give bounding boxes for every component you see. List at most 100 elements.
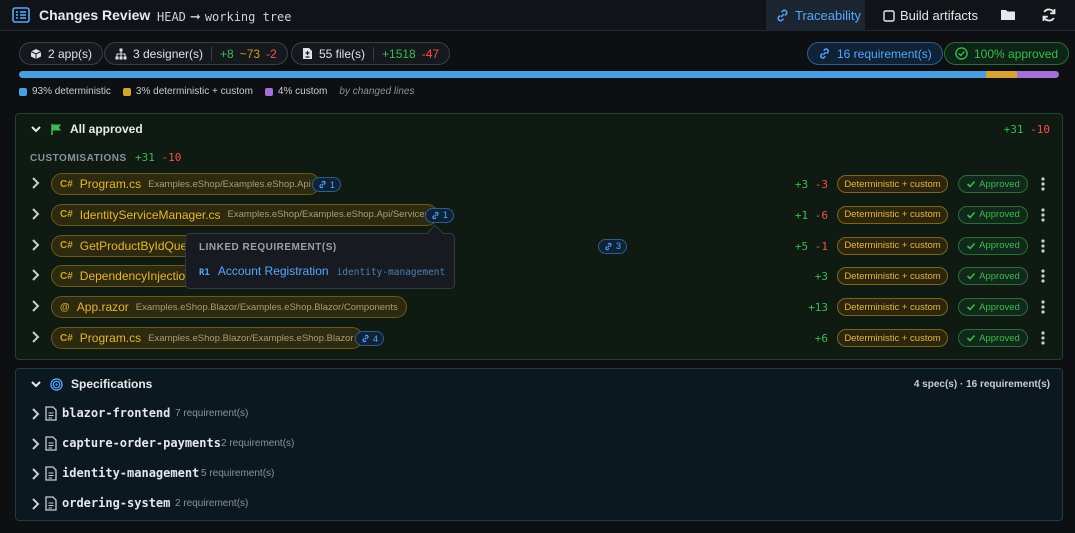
section-label: CUSTOMISATIONS [30, 153, 127, 164]
spec-name[interactable]: capture-order-payments [62, 436, 221, 450]
files-removed: -47 [421, 46, 440, 61]
files-added: +1518 [382, 46, 416, 61]
spec-row[interactable]: capture-order-payments 2 requirement(s) [16, 432, 1062, 456]
file-delta: +3 [815, 270, 828, 283]
file-delta: +5 -1 [795, 240, 828, 253]
linked-count: 3 [616, 241, 622, 252]
deterministic-progress-bar [19, 71, 1059, 78]
designers-removed: -2 [266, 46, 277, 61]
chevron-right-icon[interactable] [29, 497, 41, 511]
folder-icon[interactable] [1000, 7, 1016, 23]
chevron-right-icon[interactable] [29, 330, 41, 344]
checkbox-icon [883, 9, 895, 22]
legend-deterministic: 93% deterministic [19, 86, 111, 97]
file-row[interactable]: @ App.razor Examples.eShop.Blazor/Examples… [16, 294, 1062, 320]
spec-name[interactable]: blazor-frontend [62, 406, 170, 420]
more-options-icon[interactable] [1040, 238, 1046, 254]
more-options-icon[interactable] [1040, 207, 1046, 223]
linked-requirements-chip[interactable]: 1 [425, 207, 455, 223]
spec-row[interactable]: blazor-frontend 7 requirement(s) [16, 402, 1062, 426]
file-pill[interactable]: C# DependencyInjection [51, 265, 201, 288]
file-pill[interactable]: C# IdentityServiceManager.cs Examples.eSho… [51, 203, 439, 226]
specifications-title: Specifications [71, 377, 153, 391]
approved-group-delta: +31 -10 [1004, 123, 1050, 136]
chevron-right-icon[interactable] [29, 238, 41, 252]
file-name[interactable]: App.razor [77, 300, 129, 314]
apps-pill[interactable]: 2 app(s) [19, 42, 104, 65]
status-label: Approved [979, 332, 1020, 344]
file-row[interactable]: C# DependencyInjection +3 Deterministic + c… [16, 263, 1062, 289]
chevron-right-icon[interactable] [29, 299, 41, 313]
approved-group-header[interactable]: All approved [30, 122, 143, 136]
refresh-icon[interactable] [1041, 7, 1057, 23]
requirements-pill[interactable]: 16 requirement(s) [807, 42, 943, 65]
more-options-icon[interactable] [1040, 330, 1046, 346]
cube-icon [30, 48, 42, 59]
spec-requirement-count: 7 requirement(s) [175, 408, 249, 419]
check-icon [967, 242, 976, 250]
link-icon [432, 211, 439, 219]
linked-requirements-chip[interactable]: 1 [312, 177, 342, 192]
file-pill[interactable]: @ App.razor Examples.eShop.Blazor/Examples… [51, 296, 407, 319]
file-path: Examples.eShop.Blazor/Examples.eShop.Bla… [148, 332, 354, 344]
files-pill[interactable]: 55 file(s) +1518 -47 [291, 42, 451, 65]
linked-requirements-tooltip: LINKED REQUIREMENT(S) R1 Account Registr… [185, 224, 455, 289]
designers-pill[interactable]: 3 designer(s) +8 ~73 -2 [104, 42, 288, 65]
file-row[interactable]: C# IdentityServiceManager.cs Examples.eSho… [16, 202, 1062, 228]
chevron-right-icon[interactable] [29, 207, 41, 221]
legend-swatch [264, 87, 273, 96]
csharp-icon: C# [60, 240, 73, 252]
file-name[interactable]: Program.cs [80, 177, 141, 191]
lines-added: +13 [808, 301, 828, 315]
divider [211, 46, 213, 61]
requirement-name[interactable]: Account Registration [218, 264, 329, 278]
legend-label: 93% deterministic [32, 86, 111, 97]
file-name[interactable]: DependencyInjection [80, 269, 192, 283]
more-options-icon[interactable] [1040, 299, 1046, 315]
legend-deterministic-custom: 3% deterministic + custom [122, 86, 253, 97]
tab-build-artifacts[interactable]: Build artifacts [883, 0, 978, 31]
document-icon [45, 466, 57, 481]
specifications-header[interactable]: Specifications [30, 377, 152, 391]
linked-requirements-chip[interactable]: 3 [598, 238, 628, 254]
spec-name[interactable]: ordering-system [62, 496, 170, 510]
change-type-badge: Deterministic + custom [837, 175, 948, 193]
csharp-icon: C# [60, 270, 73, 282]
specifications-panel: Specifications 4 spec(s) · 16 requiremen… [15, 368, 1063, 521]
chevron-right-icon[interactable] [29, 407, 41, 421]
approved-pill[interactable]: 100% approved [944, 42, 1070, 65]
ref-from: HEAD [157, 10, 186, 24]
lines-added: +1 [794, 208, 809, 222]
csharp-icon: C# [60, 209, 73, 221]
file-name[interactable]: GetProductByIdQuery [80, 239, 197, 253]
tooltip-requirement[interactable]: R1 Account Registration identity-managem… [199, 264, 445, 278]
tab-traceability[interactable]: Traceability [766, 0, 865, 31]
file-row[interactable]: C# Program.cs Examples.eShop.Blazor/Exampl… [16, 325, 1062, 351]
file-row[interactable]: C#GetProductByIdQueryering/Catalog/GetPr… [16, 233, 1062, 259]
document-icon [45, 436, 57, 451]
requirement-id: R1 [199, 268, 210, 278]
linked-requirements-chip[interactable]: 4 [355, 331, 385, 346]
chevron-right-icon[interactable] [29, 467, 41, 481]
approved-percent: 100% approved [974, 46, 1059, 61]
chevron-right-icon[interactable] [29, 437, 41, 451]
approved-group-panel: All approved +31 -10 CUSTOMISATIONS +31 … [15, 113, 1063, 360]
file-pill[interactable]: C# Program.cs Examples.eShop.Blazor/Exampl… [51, 327, 363, 349]
spec-requirement-count: 2 requirement(s) [175, 498, 249, 509]
more-options-icon[interactable] [1040, 176, 1046, 192]
file-pill[interactable]: C# Program.cs Examples.eShop/Examples.eSho… [51, 173, 320, 195]
lines-added: +5 [794, 239, 809, 253]
file-name[interactable]: Program.cs [80, 331, 141, 345]
spec-row[interactable]: identity-management 5 requirement(s) [16, 462, 1062, 486]
lines-removed: -3 [814, 178, 828, 191]
linked-count: 1 [443, 210, 449, 221]
chevron-right-icon[interactable] [29, 176, 41, 190]
spec-name[interactable]: identity-management [62, 466, 199, 480]
more-options-icon[interactable] [1040, 268, 1046, 284]
file-name[interactable]: IdentityServiceManager.cs [80, 208, 221, 222]
lines-removed: -1 [814, 239, 828, 253]
spec-row[interactable]: ordering-system 2 requirement(s) [16, 492, 1062, 516]
progress-segment [986, 71, 1018, 78]
chevron-right-icon[interactable] [29, 268, 41, 282]
file-row[interactable]: C# Program.cs Examples.eShop/Examples.eSho… [16, 171, 1062, 197]
